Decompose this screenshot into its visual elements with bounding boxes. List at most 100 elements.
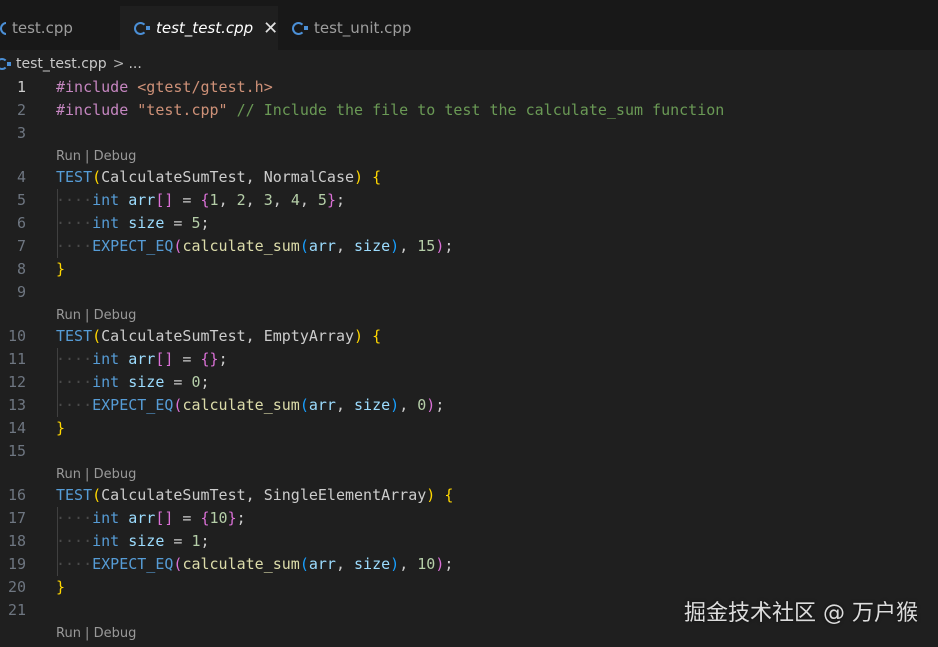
- whitespace-marker: ····: [56, 237, 93, 255]
- code-token: }: [56, 578, 66, 596]
- code-token: arr: [308, 237, 336, 255]
- code-line[interactable]: 3: [0, 122, 938, 145]
- codelens-run-debug[interactable]: Run | Debug: [56, 307, 136, 325]
- code-token: CalculateSumTest, SingleElementArray: [101, 486, 427, 504]
- code-token: EXPECT_EQ: [92, 396, 174, 414]
- code-token: size: [128, 373, 165, 391]
- code-text: TEST(CalculateSumTest, NegativeNumbers) …: [56, 643, 426, 647]
- tab-test-unit-cpp[interactable]: test_unit.cpp: [278, 6, 428, 50]
- code-token: 3: [263, 191, 273, 209]
- code-token: 5: [191, 214, 201, 232]
- code-token: ,: [399, 396, 418, 414]
- code-token: 4: [290, 191, 300, 209]
- code-line[interactable]: 15: [0, 440, 938, 463]
- code-line[interactable]: 11 ····int arr[] = {};: [0, 348, 938, 371]
- code-line[interactable]: 8}: [0, 258, 938, 281]
- code-line[interactable]: 13 ····EXPECT_EQ(calculate_sum(arr, size)…: [0, 394, 938, 417]
- indent-guide: [57, 348, 58, 417]
- line-number: 5: [16, 191, 26, 209]
- chevron-right-icon: >: [112, 56, 125, 72]
- code-editor[interactable]: 掘金技术社区 @ 万户猴 1 #include <gtest/gtest.h> 2 #…: [0, 76, 938, 647]
- code-text: TEST(CalculateSumTest, EmptyArray) {: [56, 325, 381, 348]
- code-line[interactable]: 12 ····int size = 0;: [0, 371, 938, 394]
- code-token: #include: [56, 78, 129, 96]
- cpp-file-icon: [0, 21, 6, 35]
- code-line[interactable]: 14}: [0, 417, 938, 440]
- code-token: ): [354, 168, 364, 186]
- code-text: ····EXPECT_EQ(calculate_sum(arr, size), …: [56, 235, 453, 258]
- code-token: calculate_sum: [182, 237, 300, 255]
- line-number: 12: [7, 373, 26, 391]
- line-number: 16: [7, 486, 26, 504]
- code-line[interactable]: 21: [0, 599, 938, 622]
- code-token: TEST: [56, 168, 93, 186]
- code-token: ;: [444, 555, 454, 573]
- breadcrumb: test_test.cpp > ...: [0, 52, 142, 76]
- code-line[interactable]: 6 ····int size = 5;: [0, 212, 938, 235]
- tab-label: test_unit.cpp: [314, 19, 412, 37]
- code-token: EXPECT_EQ: [92, 555, 174, 573]
- code-token: =: [164, 214, 192, 232]
- code-token: 15: [417, 237, 436, 255]
- tab-test-cpp[interactable]: test.cpp: [0, 6, 120, 50]
- code-text: }: [56, 417, 65, 440]
- tab-bar: test.cpp test_test.cpp ✕ test_unit.cpp: [0, 0, 938, 50]
- code-token: 5: [317, 191, 327, 209]
- code-line[interactable]: 19 ····EXPECT_EQ(calculate_sum(arr, size)…: [0, 553, 938, 576]
- codelens-run-debug[interactable]: Run | Debug: [56, 148, 136, 166]
- tab-test-test-cpp[interactable]: test_test.cpp ✕: [120, 6, 278, 50]
- code-token: 2: [236, 191, 246, 209]
- code-token: =: [173, 191, 201, 209]
- code-token: int: [92, 214, 120, 232]
- code-line[interactable]: 20}: [0, 576, 938, 599]
- code-token: ): [390, 396, 400, 414]
- code-token: =: [164, 532, 192, 550]
- cpp-file-icon: [134, 21, 150, 35]
- close-icon[interactable]: ✕: [263, 18, 278, 39]
- whitespace-marker: ····: [56, 509, 93, 527]
- code-token: arr: [128, 350, 156, 368]
- code-token: size: [128, 532, 165, 550]
- code-line[interactable]: 17 ····int arr[] = {10};: [0, 507, 938, 530]
- code-token: CalculateSumTest, EmptyArray: [101, 327, 355, 345]
- whitespace-marker: ····: [56, 555, 93, 573]
- line-number: 6: [16, 214, 26, 232]
- code-token: ): [435, 555, 445, 573]
- code-token: EXPECT_EQ: [92, 237, 174, 255]
- code-token: 10: [417, 555, 436, 573]
- code-token: ;: [200, 373, 210, 391]
- editor-window: test.cpp test_test.cpp ✕ test_unit.cpp t…: [0, 0, 938, 647]
- line-number: 11: [7, 350, 26, 368]
- code-line[interactable]: 9: [0, 281, 938, 304]
- code-token: ,: [335, 555, 355, 573]
- codelens-run-debug[interactable]: Run | Debug: [56, 466, 136, 484]
- breadcrumb-symbols[interactable]: ...: [128, 56, 141, 72]
- code-line[interactable]: 7 ····EXPECT_EQ(calculate_sum(arr, size),…: [0, 235, 938, 258]
- line-number: 8: [16, 260, 26, 278]
- code-line[interactable]: 1 #include <gtest/gtest.h>: [0, 76, 938, 99]
- code-token: 1: [191, 532, 201, 550]
- codelens-run-debug[interactable]: Run | Debug: [56, 625, 136, 643]
- code-token: 0: [191, 373, 201, 391]
- code-line[interactable]: 2 #include "test.cpp" // Include the file…: [0, 99, 938, 122]
- code-text: }: [56, 258, 65, 281]
- code-text: ····int size = 5;: [56, 212, 210, 235]
- code-token: ;: [435, 396, 445, 414]
- code-line[interactable]: 18 ····int size = 1;: [0, 530, 938, 553]
- code-token: {}: [200, 350, 219, 368]
- code-token: TEST: [56, 486, 93, 504]
- code-text: ····EXPECT_EQ(calculate_sum(arr, size), …: [56, 553, 453, 576]
- code-line[interactable]: 4 TEST(CalculateSumTest, NormalCase) {: [0, 166, 938, 189]
- code-line[interactable]: 22 TEST(CalculateSumTest, NegativeNumbers…: [0, 643, 938, 647]
- code-line[interactable]: 16 TEST(CalculateSumTest, SingleElementAr…: [0, 484, 938, 507]
- line-number: 18: [7, 532, 26, 550]
- code-line[interactable]: 5 ····int arr[] = {1, 2, 3, 4, 5};: [0, 189, 938, 212]
- breadcrumb-file[interactable]: test_test.cpp: [16, 56, 107, 72]
- code-line[interactable]: 10 TEST(CalculateSumTest, EmptyArray) {: [0, 325, 938, 348]
- whitespace-marker: ····: [56, 191, 93, 209]
